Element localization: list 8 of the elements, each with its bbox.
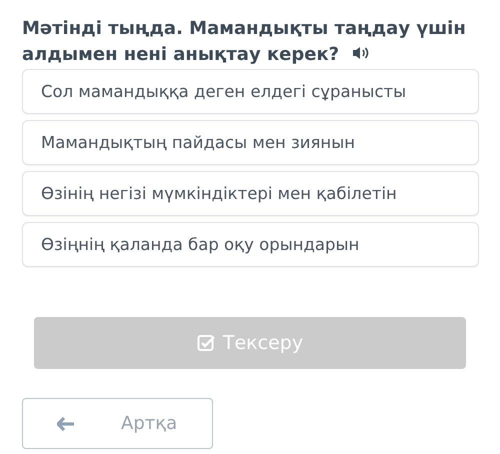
checkbox-icon: [196, 334, 217, 352]
speaker-icon[interactable]: [351, 45, 372, 61]
answer-option[interactable]: Өзінің негізі мүмкіндіктері мен қабілетін: [22, 171, 479, 216]
question-text: Мәтінді тыңда. Мамандықты таңдау үшін алдымен нені анықтау керек?: [22, 17, 467, 67]
answer-option[interactable]: Мамандықтың пайдасы мен зиянын: [22, 120, 479, 165]
answer-option[interactable]: Сол мамандыққа деген елдегі сұранысты: [22, 69, 479, 114]
arrow-left-icon: [57, 416, 75, 430]
answer-option[interactable]: Өзіңнің қаланда бар оқу орындарын: [22, 222, 479, 267]
